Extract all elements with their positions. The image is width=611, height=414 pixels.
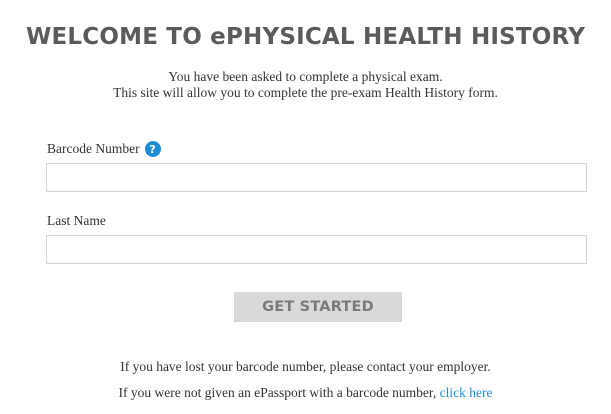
lost-barcode-text: If you have lost your barcode number, pl…	[120, 359, 491, 374]
welcome-page: WELCOME TO ePHYSICAL HEALTH HISTORY You …	[0, 0, 611, 414]
intro-line-2: This site will allow you to complete the…	[113, 85, 498, 100]
click-here-link[interactable]: click here	[440, 385, 493, 400]
get-started-button[interactable]: GET STARTED	[234, 292, 402, 322]
last-name-input[interactable]	[46, 235, 587, 264]
intro-line-1: You have been asked to complete a physic…	[168, 69, 443, 84]
no-passport-message: If you were not given an ePassport with …	[118, 385, 437, 400]
intro-text: You have been asked to complete a physic…	[0, 69, 611, 101]
barcode-number-input[interactable]	[46, 163, 587, 192]
question-circle-icon[interactable]: ?	[144, 141, 161, 157]
barcode-label-text: Barcode Number	[47, 141, 140, 156]
barcode-label: Barcode Number ?	[47, 141, 161, 157]
page-title: WELCOME TO ePHYSICAL HEALTH HISTORY	[25, 24, 586, 50]
no-passport-text: If you were not given an ePassport with …	[0, 385, 611, 401]
last-name-label: Last Name	[47, 213, 106, 228]
